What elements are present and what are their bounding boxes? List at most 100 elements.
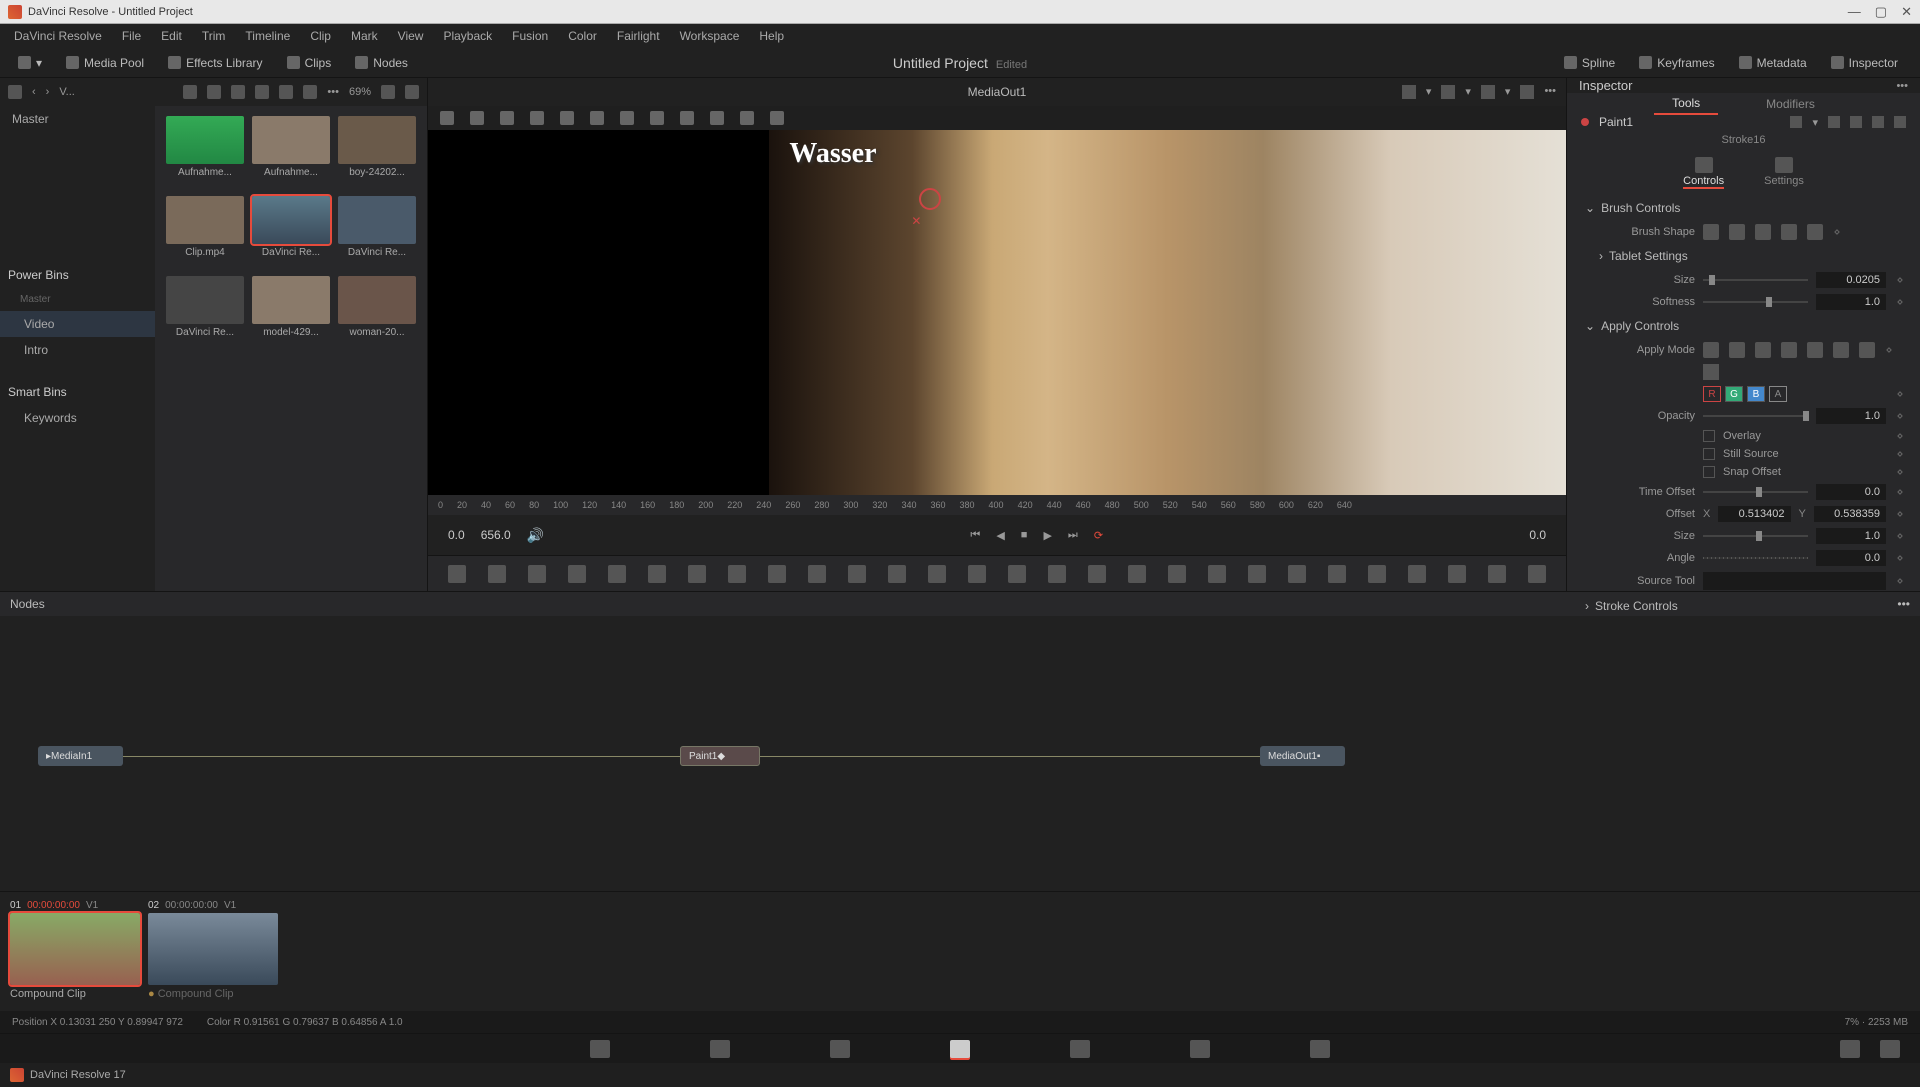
sect-brush[interactable]: ⌄ Brush Controls: [1577, 195, 1910, 221]
fx-poly-icon[interactable]: [1088, 565, 1106, 583]
fx-track-icon[interactable]: [608, 565, 626, 583]
page-home-icon[interactable]: [1840, 1040, 1860, 1058]
thumb-woman[interactable]: woman-20...: [337, 276, 417, 350]
sect-apply[interactable]: ⌄ Apply Controls: [1577, 313, 1910, 339]
offset-y[interactable]: 0.538359: [1814, 506, 1886, 522]
tab-controls[interactable]: Controls: [1683, 157, 1724, 189]
menu-fusion[interactable]: Fusion: [504, 27, 556, 45]
menu-fairlight[interactable]: Fairlight: [609, 27, 668, 45]
tool-wand-icon[interactable]: [650, 111, 664, 125]
mode-4-icon[interactable]: [1781, 342, 1797, 358]
nav-back-icon[interactable]: ‹: [32, 86, 36, 98]
fx-text3d-icon[interactable]: [1368, 565, 1386, 583]
fx-bg-icon[interactable]: [448, 565, 466, 583]
fx-part2-icon[interactable]: [1208, 565, 1226, 583]
pin-icon[interactable]: [1828, 116, 1840, 128]
page-cut-icon[interactable]: [710, 1040, 730, 1058]
tool-arrow-icon[interactable]: [440, 111, 454, 125]
tool-color-icon[interactable]: [740, 111, 754, 125]
close-button[interactable]: ✕: [1901, 4, 1912, 20]
thumb-aufnahme1[interactable]: Aufnahme...: [165, 116, 245, 190]
softness-value[interactable]: 1.0: [1816, 294, 1886, 310]
metadata-button[interactable]: Metadata: [1729, 53, 1817, 73]
chk-still[interactable]: [1703, 448, 1715, 460]
sect-tablet[interactable]: › Tablet Settings: [1577, 243, 1910, 269]
reset-icon[interactable]: [1894, 116, 1906, 128]
fx-text-icon[interactable]: [528, 565, 546, 583]
fx-color-icon[interactable]: [728, 565, 746, 583]
search-icon[interactable]: [255, 85, 269, 99]
lock-icon[interactable]: [1872, 116, 1884, 128]
clips-button[interactable]: Clips: [277, 53, 342, 73]
node-paint[interactable]: Paint1 ◆: [680, 746, 760, 766]
source-tool-field[interactable]: [1703, 572, 1886, 590]
angle-value[interactable]: 0.0: [1816, 550, 1886, 566]
tool-last-icon[interactable]: [770, 111, 784, 125]
thumb-aufnahme2[interactable]: Aufnahme...: [251, 116, 331, 190]
size2-slider[interactable]: [1703, 535, 1808, 537]
tab-tools[interactable]: Tools: [1654, 93, 1718, 115]
fx-ellipse-icon[interactable]: [1048, 565, 1066, 583]
key-icon[interactable]: [1850, 116, 1862, 128]
nodes-more-icon[interactable]: •••: [1897, 597, 1910, 611]
opt1-icon[interactable]: [381, 85, 395, 99]
fx-merge-icon[interactable]: [888, 565, 906, 583]
clip-1[interactable]: 0100:00:00:00V1 Compound Clip: [10, 898, 140, 1005]
keyframes-button[interactable]: Keyframes: [1629, 53, 1724, 73]
fx-drop-icon[interactable]: [768, 565, 786, 583]
shape-round-icon[interactable]: [1729, 224, 1745, 240]
fx-light-icon[interactable]: [1288, 565, 1306, 583]
last-frame-button[interactable]: ⏭: [1068, 529, 1078, 542]
node-enabled-dot[interactable]: [1581, 118, 1589, 126]
timeoff-slider[interactable]: [1703, 491, 1808, 493]
fx-card-icon[interactable]: [488, 565, 506, 583]
fx-blur-icon[interactable]: [688, 565, 706, 583]
page-deliver-icon[interactable]: [1310, 1040, 1330, 1058]
mode-8-icon[interactable]: [1703, 364, 1719, 380]
maximize-button[interactable]: ▢: [1875, 4, 1887, 20]
shape-line-icon[interactable]: [1781, 224, 1797, 240]
inspector-more-icon[interactable]: •••: [1896, 80, 1908, 92]
menu-clip[interactable]: Clip: [302, 27, 339, 45]
bin-master2[interactable]: Master: [0, 288, 155, 311]
fx-mask-icon[interactable]: [648, 565, 666, 583]
node-mediain[interactable]: ▸ MediaIn1: [38, 746, 123, 766]
menu-help[interactable]: Help: [751, 27, 792, 45]
page-fairlight-icon[interactable]: [1190, 1040, 1210, 1058]
timeoff-value[interactable]: 0.0: [1816, 484, 1886, 500]
menu-playback[interactable]: Playback: [435, 27, 500, 45]
thumb-model[interactable]: model-429...: [251, 276, 331, 350]
opt2-icon[interactable]: [405, 85, 419, 99]
ch-a[interactable]: A: [1769, 386, 1787, 402]
opacity-value[interactable]: 1.0: [1816, 408, 1886, 424]
fx-paint-icon[interactable]: [568, 565, 586, 583]
shape-soft-icon[interactable]: [1703, 224, 1719, 240]
media-pool-button[interactable]: Media Pool: [56, 53, 154, 73]
first-frame-button[interactable]: ⏮: [970, 529, 980, 542]
bin-video[interactable]: Video: [0, 311, 155, 337]
fx-rect-icon[interactable]: [1008, 565, 1026, 583]
view-grid-icon[interactable]: [207, 85, 221, 99]
thumb-davinci1[interactable]: DaVinci Re...: [251, 196, 331, 270]
menu-mark[interactable]: Mark: [343, 27, 386, 45]
chk-overlay[interactable]: [1703, 430, 1715, 442]
tool-circle-icon[interactable]: [590, 111, 604, 125]
tool-curve-icon[interactable]: [560, 111, 574, 125]
mode-7-icon[interactable]: [1859, 342, 1875, 358]
nav-fwd-icon[interactable]: ›: [46, 86, 50, 98]
view-thumb-icon[interactable]: [183, 85, 197, 99]
bin-intro[interactable]: Intro: [0, 337, 155, 363]
page-settings-icon[interactable]: [1880, 1040, 1900, 1058]
page-fusion-icon[interactable]: [950, 1040, 970, 1058]
mode-1-icon[interactable]: [1703, 342, 1719, 358]
thumb-davinci2[interactable]: DaVinci Re...: [337, 196, 417, 270]
version-icon[interactable]: [1790, 116, 1802, 128]
node-mediaout[interactable]: MediaOut1 ▪: [1260, 746, 1345, 766]
opacity-slider[interactable]: [1703, 415, 1808, 417]
prev-frame-button[interactable]: ◀: [996, 529, 1004, 542]
size2-value[interactable]: 1.0: [1816, 528, 1886, 544]
chk-snap[interactable]: [1703, 466, 1715, 478]
menu-color[interactable]: Color: [560, 27, 605, 45]
ch-b[interactable]: B: [1747, 386, 1765, 402]
tool-brush-icon[interactable]: [470, 111, 484, 125]
